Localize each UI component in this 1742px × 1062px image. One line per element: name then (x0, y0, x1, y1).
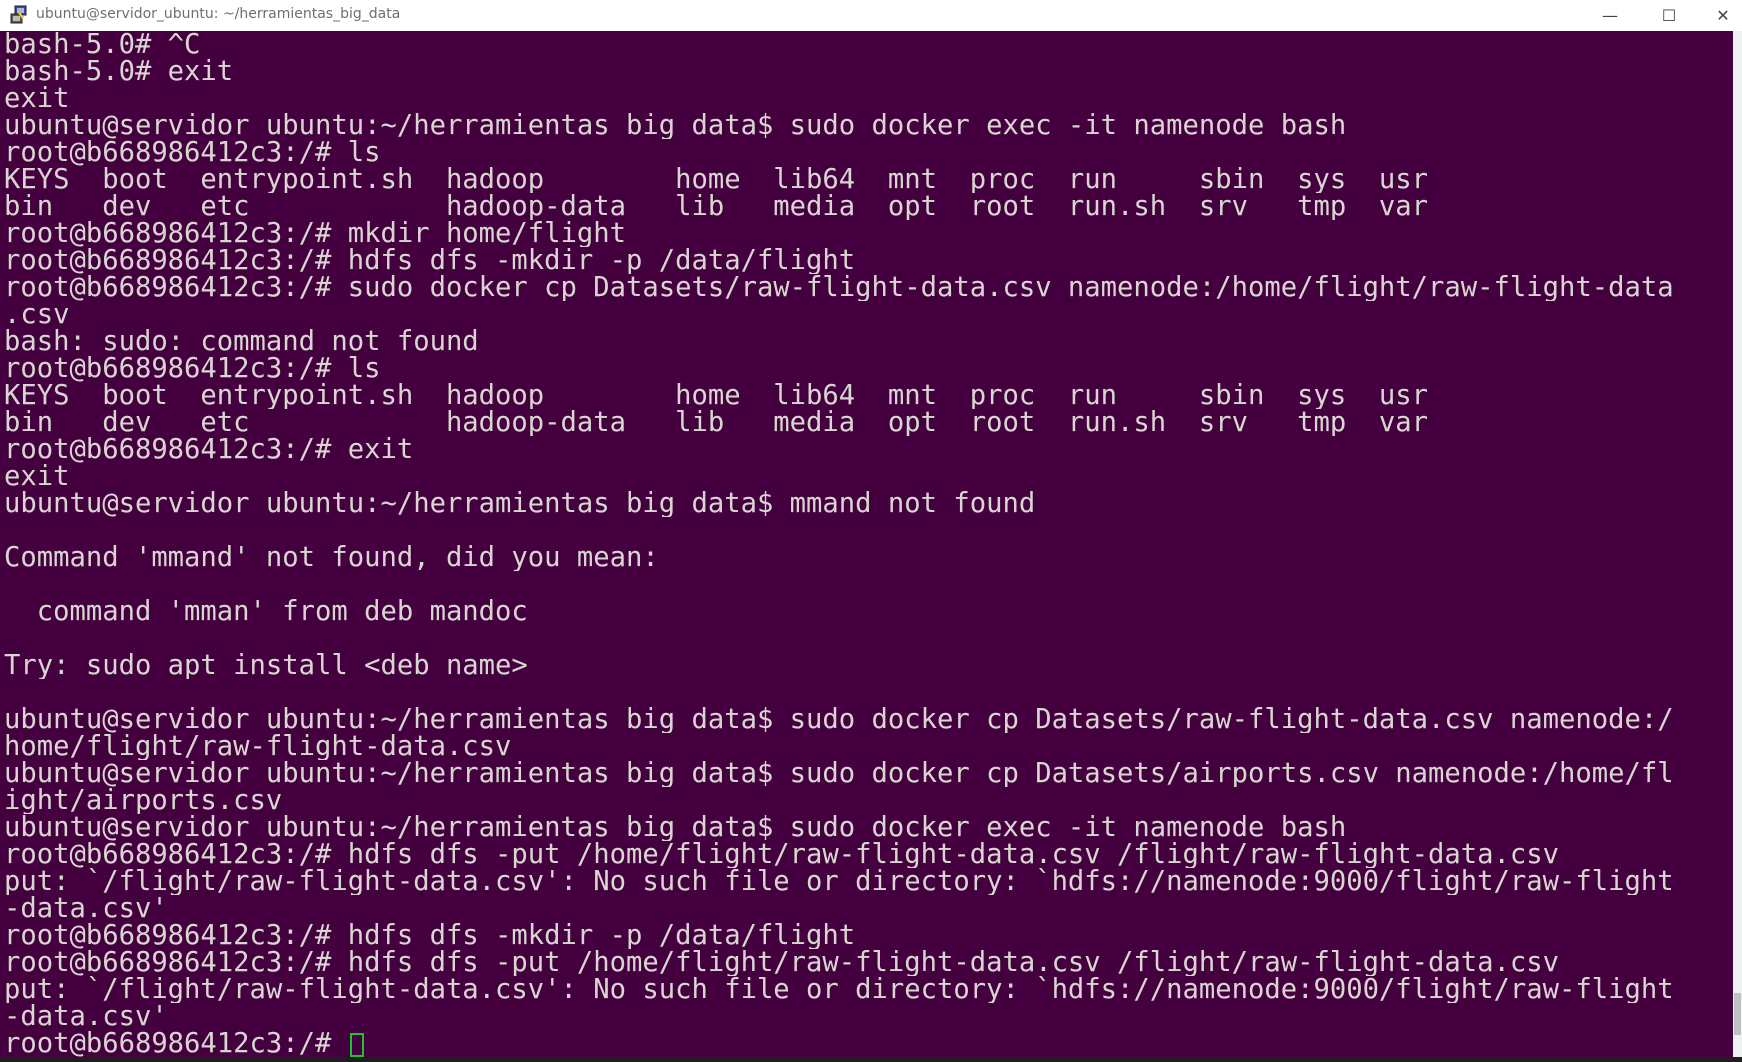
terminal-line-text: root@b668986412c3:/# mkdir home/flight (4, 220, 626, 247)
terminal-line: bash: sudo: command not found (0, 328, 1733, 355)
scrollbar[interactable] (1733, 31, 1742, 1057)
terminal-line: bin dev etc hadoop-data lib media opt ro… (0, 409, 1733, 436)
terminal-line-text: root@b668986412c3:/# ls (4, 355, 381, 382)
terminal-line: bash-5.0# ^C (0, 31, 1733, 58)
terminal-line-text: root@b668986412c3:/# hdfs dfs -mkdir -p … (4, 247, 856, 274)
terminal-line-text: root@b668986412c3:/# (4, 1030, 348, 1057)
terminal-line-text: -data.csv' (4, 1003, 168, 1030)
terminal-line-text: home/flight/raw-flight-data.csv (4, 733, 512, 760)
terminal-line-text: Command 'mmand' not found, did you mean: (4, 544, 659, 571)
terminal-output[interactable]: bash-5.0# ^C bash-5.0# exit exit ubuntu@ser… (0, 31, 1733, 1057)
terminal-line: root@b668986412c3:/# hdfs dfs -put /home… (0, 841, 1733, 868)
terminal-line: root@b668986412c3:/# hdfs dfs -put /home… (0, 949, 1733, 976)
terminal-line-text: bin dev etc hadoop-data lib media opt ro… (4, 409, 1429, 436)
terminal-line: root@b668986412c3:/# ls (0, 355, 1733, 382)
terminal-line-text: KEYS boot entrypoint.sh hadoop home lib6… (4, 382, 1429, 409)
terminal-line-text: bash-5.0# exit (4, 58, 234, 85)
terminal-line: ubuntu@servidor_ubuntu:~/herramientas_bi… (0, 706, 1733, 733)
terminal-line: root@b668986412c3:/# exit (0, 436, 1733, 463)
terminal-line: KEYS boot entrypoint.sh hadoop home lib6… (0, 382, 1733, 409)
terminal-line-text: root@b668986412c3:/# hdfs dfs -mkdir -p … (4, 922, 856, 949)
putty-icon (10, 5, 27, 24)
terminal-line-text: ubuntu@servidor_ubuntu:~/herramientas_bi… (4, 760, 1674, 787)
terminal-line-text: root@b668986412c3:/# hdfs dfs -put /home… (4, 949, 1559, 976)
minimize-button[interactable]: — (1587, 0, 1633, 31)
terminal-line: exit (0, 85, 1733, 112)
terminal-line-text: ubuntu@servidor_ubuntu:~/herramientas_bi… (4, 112, 1347, 139)
terminal-line: ubuntu@servidor_ubuntu:~/herramientas_bi… (0, 490, 1733, 517)
terminal-line-text: put: `/flight/raw-flight-data.csv': No s… (4, 868, 1674, 895)
terminal-line-text: command 'mman' from deb mandoc (4, 598, 528, 625)
terminal-line-text: ubuntu@servidor_ubuntu:~/herramientas_bi… (4, 706, 1674, 733)
maximize-button[interactable]: ☐ (1646, 0, 1692, 31)
close-button[interactable]: ✕ (1700, 0, 1742, 31)
terminal-line: root@b668986412c3:/# (0, 1030, 1733, 1057)
terminal-line-text: KEYS boot entrypoint.sh hadoop home lib6… (4, 166, 1429, 193)
terminal-line: -data.csv' (0, 1003, 1733, 1030)
terminal-line-text: .csv (4, 301, 70, 328)
terminal-line-text: exit (4, 463, 70, 490)
terminal-line: ight/airports.csv (0, 787, 1733, 814)
terminal-line-text: ight/airports.csv (4, 787, 283, 814)
terminal-line: bash-5.0# exit (0, 58, 1733, 85)
scrollbar-thumb[interactable] (1734, 993, 1741, 1035)
terminal-line: command 'mman' from deb mandoc (0, 598, 1733, 625)
terminal-line-text: ubuntu@servidor_ubuntu:~/herramientas_bi… (4, 490, 1036, 517)
terminal-line: bin dev etc hadoop-data lib media opt ro… (0, 193, 1733, 220)
terminal-line-text: root@b668986412c3:/# sudo docker cp Data… (4, 274, 1674, 301)
terminal-line: .csv (0, 301, 1733, 328)
terminal-line: root@b668986412c3:/# ls (0, 139, 1733, 166)
terminal-line-text: bin dev etc hadoop-data lib media opt ro… (4, 193, 1429, 220)
terminal-line: ubuntu@servidor_ubuntu:~/herramientas_bi… (0, 112, 1733, 139)
terminal-line: -data.csv' (0, 895, 1733, 922)
window-bottom-edge (0, 1057, 1742, 1062)
terminal-line-text: root@b668986412c3:/# ls (4, 139, 381, 166)
terminal-line-text: root@b668986412c3:/# hdfs dfs -put /home… (4, 841, 1559, 868)
terminal-line: ubuntu@servidor_ubuntu:~/herramientas_bi… (0, 760, 1733, 787)
terminal-line-text: ubuntu@servidor_ubuntu:~/herramientas_bi… (4, 814, 1347, 841)
terminal-line: put: `/flight/raw-flight-data.csv': No s… (0, 868, 1733, 895)
terminal-line: KEYS boot entrypoint.sh hadoop home lib6… (0, 166, 1733, 193)
terminal-line-text: root@b668986412c3:/# exit (4, 436, 414, 463)
terminal-line-text: -data.csv' (4, 895, 168, 922)
terminal-line: root@b668986412c3:/# mkdir home/flight (0, 220, 1733, 247)
terminal-line-text: bash-5.0# ^C (4, 31, 201, 58)
cursor-icon (349, 1033, 364, 1057)
terminal-line-text: put: `/flight/raw-flight-data.csv': No s… (4, 976, 1674, 1003)
terminal-line: put: `/flight/raw-flight-data.csv': No s… (0, 976, 1733, 1003)
terminal-line: root@b668986412c3:/# sudo docker cp Data… (0, 274, 1733, 301)
title-bar: ubuntu@servidor_ubuntu: ~/herramientas_b… (0, 0, 1742, 32)
terminal-line: root@b668986412c3:/# hdfs dfs -mkdir -p … (0, 922, 1733, 949)
terminal-line-text: exit (4, 85, 70, 112)
terminal-line-text: bash: sudo: command not found (4, 328, 479, 355)
terminal-line-text: Try: sudo apt install <deb name> (4, 652, 528, 679)
terminal-line: Command 'mmand' not found, did you mean: (0, 544, 1733, 571)
terminal-line: Try: sudo apt install <deb name> (0, 652, 1733, 679)
terminal-line: exit (0, 463, 1733, 490)
window-title: ubuntu@servidor_ubuntu: ~/herramientas_b… (36, 6, 401, 22)
terminal-line: root@b668986412c3:/# hdfs dfs -mkdir -p … (0, 247, 1733, 274)
terminal-line: home/flight/raw-flight-data.csv (0, 733, 1733, 760)
terminal-line: ubuntu@servidor_ubuntu:~/herramientas_bi… (0, 814, 1733, 841)
